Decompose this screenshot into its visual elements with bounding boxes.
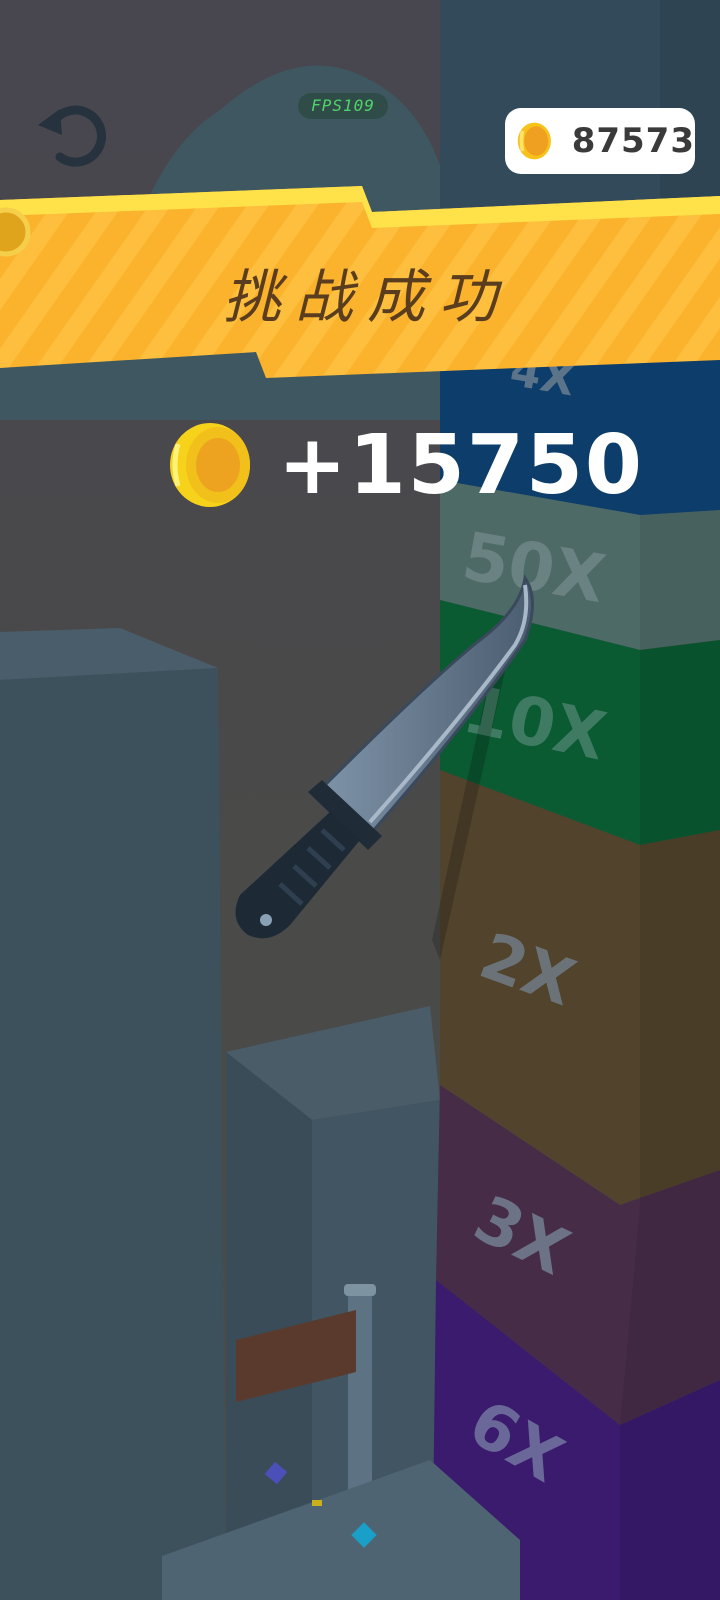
sign-post-cap <box>344 1284 376 1296</box>
result-title: 挑战成功 <box>222 263 511 331</box>
coin-balance: 87573 <box>505 108 695 174</box>
restart-button[interactable] <box>30 95 110 175</box>
left-pillar <box>0 668 226 1600</box>
confetti-piece <box>312 1500 322 1506</box>
reward-coin-icon <box>170 423 250 507</box>
coin-balance-value: 87573 <box>571 121 695 161</box>
fps-counter: FPS109 <box>298 93 388 119</box>
game-scene[interactable]: 4X 50X 10X 2X 3X 6X <box>0 0 720 1600</box>
restart-icon <box>38 105 106 167</box>
banner-coin-icon <box>0 207 31 257</box>
knife-lanyard-hole <box>260 914 272 926</box>
reward-amount: +15750 <box>278 417 644 513</box>
reward-display: +15750 <box>170 417 644 513</box>
coin-icon <box>517 122 551 160</box>
multiplier-tower: 4X 50X 10X 2X 3X 6X <box>432 330 720 1600</box>
